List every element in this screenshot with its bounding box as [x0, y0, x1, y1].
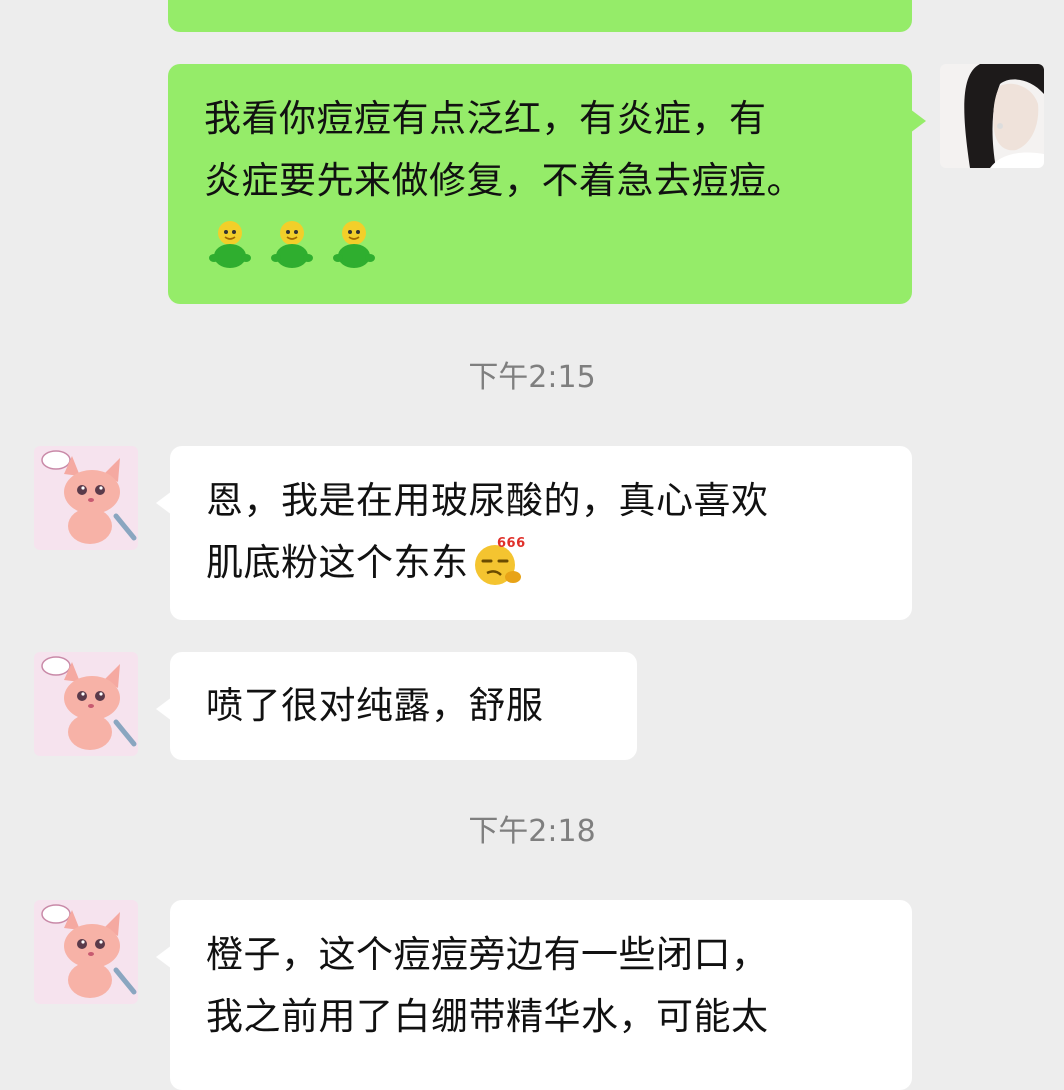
- message-text-line: 喷了很对纯露，舒服: [206, 684, 544, 727]
- pink-fox-cartoon-avatar-icon: [34, 900, 138, 1004]
- pink-fox-cartoon-avatar-icon: [34, 652, 138, 756]
- message-text-line: 橙子，这个痘痘旁边有一些闭口，: [206, 933, 769, 976]
- message-text-line: 炎症要先来做修复，不着急去痘痘。: [204, 159, 804, 202]
- self-avatar[interactable]: [940, 64, 1044, 168]
- svg-text:666: 666: [497, 536, 525, 551]
- green-figure-emoji: [333, 221, 375, 268]
- green-figure-emoji: [209, 221, 251, 268]
- message-text-line: 恩，我是在用玻尿酸的，真心喜欢: [206, 479, 769, 522]
- message-text-line: 我看你痘痘有点泛红，有炎症，有: [204, 97, 767, 140]
- contact-avatar[interactable]: [34, 652, 138, 756]
- green-figure-emoji: [271, 221, 313, 268]
- timestamp: 下午2:18: [468, 814, 596, 849]
- message-bubble-contact[interactable]: 恩，我是在用玻尿酸的，真心喜欢 肌底粉这个东东 666: [156, 446, 912, 620]
- woman-photo-avatar-icon: [940, 64, 1044, 168]
- message-text-line: 我之前用了白绷带精华水，可能太: [206, 995, 769, 1038]
- message-bubble-contact[interactable]: 喷了很对纯露，舒服: [156, 652, 637, 760]
- chat-area[interactable]: 我看你痘痘有点泛红，有炎症，有 炎症要先来做修复，不着急去痘痘。 下午2:15 …: [0, 0, 1064, 1090]
- message-bubble-contact[interactable]: 橙子，这个痘痘旁边有一些闭口， 我之前用了白绷带精华水，可能太: [156, 900, 912, 1090]
- message-text-line: 肌底粉这个东东 666: [206, 532, 912, 594]
- contact-avatar[interactable]: [34, 446, 138, 550]
- message-bubble-self[interactable]: 我看你痘痘有点泛红，有炎症，有 炎症要先来做修复，不着急去痘痘。: [168, 64, 926, 304]
- contact-avatar[interactable]: [34, 900, 138, 1004]
- emoji-row: [204, 218, 912, 270]
- pink-fox-cartoon-avatar-icon: [34, 446, 138, 550]
- timestamp: 下午2:15: [468, 360, 596, 395]
- message-bubble-partial[interactable]: [168, 0, 912, 32]
- 666-smirk-emoji: 666: [474, 536, 525, 585]
